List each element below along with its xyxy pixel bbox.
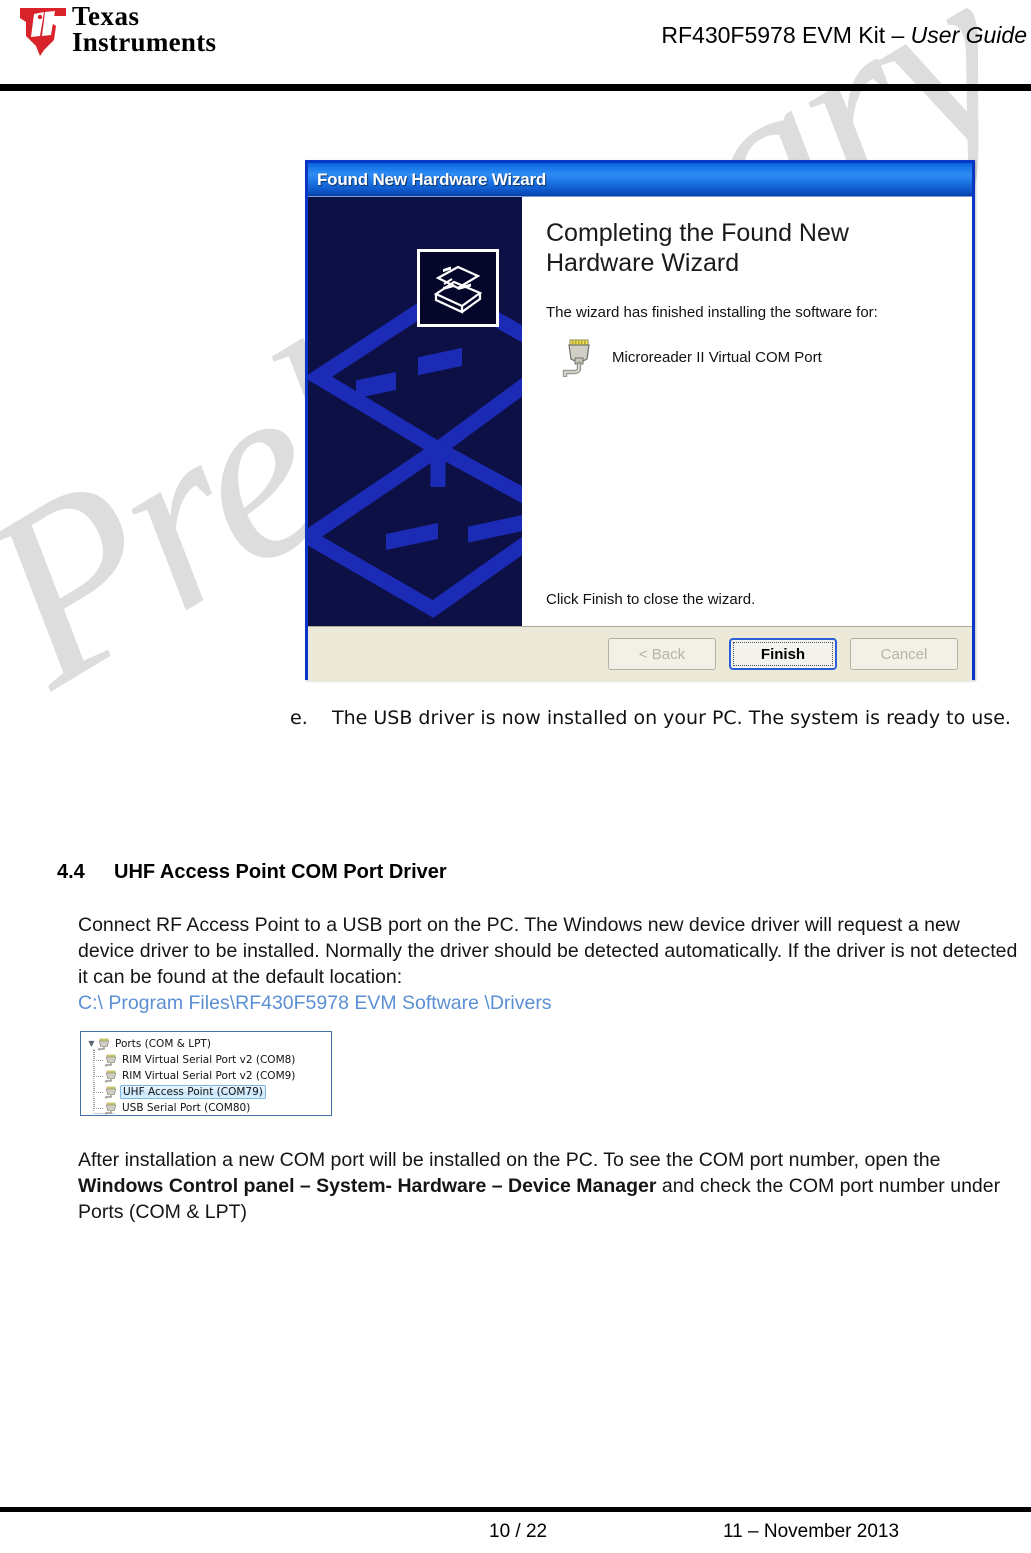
wizard-subtitle: The wizard has finished installing the s…: [546, 304, 878, 321]
found-new-hardware-wizard-dialog[interactable]: Found New Hardware Wizard Completing the…: [305, 160, 975, 681]
section-paragraph-2: After installation a new COM port will b…: [78, 1148, 1023, 1226]
paragraph-2-part-a: After installation a new COM port will b…: [78, 1149, 941, 1171]
back-button[interactable]: < Back: [608, 638, 716, 670]
tree-row-item-selected-label: UHF Access Point (COM79): [120, 1085, 266, 1099]
chevron-down-icon[interactable]: ▼: [86, 1040, 97, 1048]
wizard-closing-text: Click Finish to close the wizard.: [546, 591, 756, 608]
wizard-body: Completing the Found New Hardware Wizard…: [308, 196, 972, 626]
footer-divider: [0, 1507, 1031, 1512]
document-header-title: RF430F5978 EVM Kit – User Guide: [661, 22, 1027, 49]
finish-button[interactable]: Finish: [729, 638, 837, 670]
wizard-content-pane: Completing the Found New Hardware Wizard…: [522, 197, 972, 626]
wizard-side-panel: [308, 197, 522, 626]
header-divider: [0, 84, 1031, 91]
port-icon: [105, 1086, 116, 1098]
port-icon: [105, 1054, 116, 1066]
wizard-device-name: Microreader II Virtual COM Port: [612, 348, 822, 366]
focus-ring: [733, 642, 833, 666]
device-manager-ports-tree[interactable]: ▼ Ports (COM & LPT) RIM Virtual Serial P…: [80, 1031, 332, 1116]
driver-path-text: C:\ Program Files\RF430F5978 EVM Softwar…: [78, 991, 552, 1014]
section-number: 4.4: [57, 861, 85, 883]
section-heading-4-4: 4.4 UHF Access Point COM Port Driver: [57, 861, 447, 884]
serial-port-icon: [562, 339, 590, 377]
back-button-label: < Back: [638, 645, 686, 663]
wizard-titlebar[interactable]: Found New Hardware Wizard: [308, 163, 972, 196]
tree-row-root[interactable]: ▼ Ports (COM & LPT): [86, 1036, 331, 1052]
tree-row-item-selected[interactable]: UHF Access Point (COM79): [86, 1082, 331, 1100]
tree-row-item-label: RIM Virtual Serial Port v2 (COM8): [122, 1054, 296, 1066]
page-header: Texas Instruments RF430F5978 EVM Kit – U…: [0, 0, 1031, 96]
cancel-button-label: Cancel: [880, 645, 928, 663]
port-icon: [105, 1070, 116, 1082]
port-icon: [98, 1038, 109, 1050]
tree-row-item[interactable]: USB Serial Port (COM80): [86, 1098, 331, 1115]
section-title: UHF Access Point COM Port Driver: [114, 861, 447, 883]
texas-instruments-logo: Texas Instruments: [14, 3, 229, 58]
list-item-text: The USB driver is now installed on your …: [332, 707, 1011, 729]
tree-row-item-label: RIM Virtual Serial Port v2 (COM9): [122, 1070, 296, 1082]
wizard-device-row: Microreader II Virtual COM Port: [546, 337, 954, 377]
header-title-main: RF430F5978 EVM Kit –: [661, 22, 911, 48]
hardware-device-glyph-icon: [433, 265, 483, 314]
wizard-heading: Completing the Found New Hardware Wizard: [546, 219, 849, 277]
list-item-e: e. The USB driver is now installed on you…: [290, 707, 1011, 729]
footer-date: 11 – November 2013: [723, 1521, 900, 1542]
ti-wordmark: Texas Instruments: [72, 3, 217, 57]
list-item-marker: e.: [290, 707, 308, 729]
tree-row-root-label: Ports (COM & LPT): [115, 1038, 211, 1050]
ti-wordmark-line2: Instruments: [72, 26, 217, 57]
section-paragraph-1: Connect RF Access Point to a USB port on…: [78, 913, 1018, 1017]
paragraph-1-text: Connect RF Access Point to a USB port on…: [78, 914, 1018, 988]
tree-row-item[interactable]: RIM Virtual Serial Port v2 (COM9): [86, 1066, 331, 1084]
cancel-button[interactable]: Cancel: [850, 638, 958, 670]
tree-row-item-label: USB Serial Port (COM80): [122, 1102, 251, 1114]
footer-page-number: 10 / 22: [489, 1521, 548, 1542]
ti-texas-outline-icon: [20, 8, 66, 56]
wizard-button-bar: < Back Finish Cancel: [308, 626, 972, 681]
port-icon: [105, 1102, 116, 1114]
tree-row-item[interactable]: RIM Virtual Serial Port v2 (COM8): [86, 1050, 331, 1068]
hardware-device-icon: [417, 249, 499, 327]
paragraph-2-bold: Windows Control panel – System- Hardware…: [78, 1174, 657, 1197]
header-title-italic: User Guide: [910, 22, 1027, 48]
wizard-title-text: Found New Hardware Wizard: [317, 169, 547, 189]
